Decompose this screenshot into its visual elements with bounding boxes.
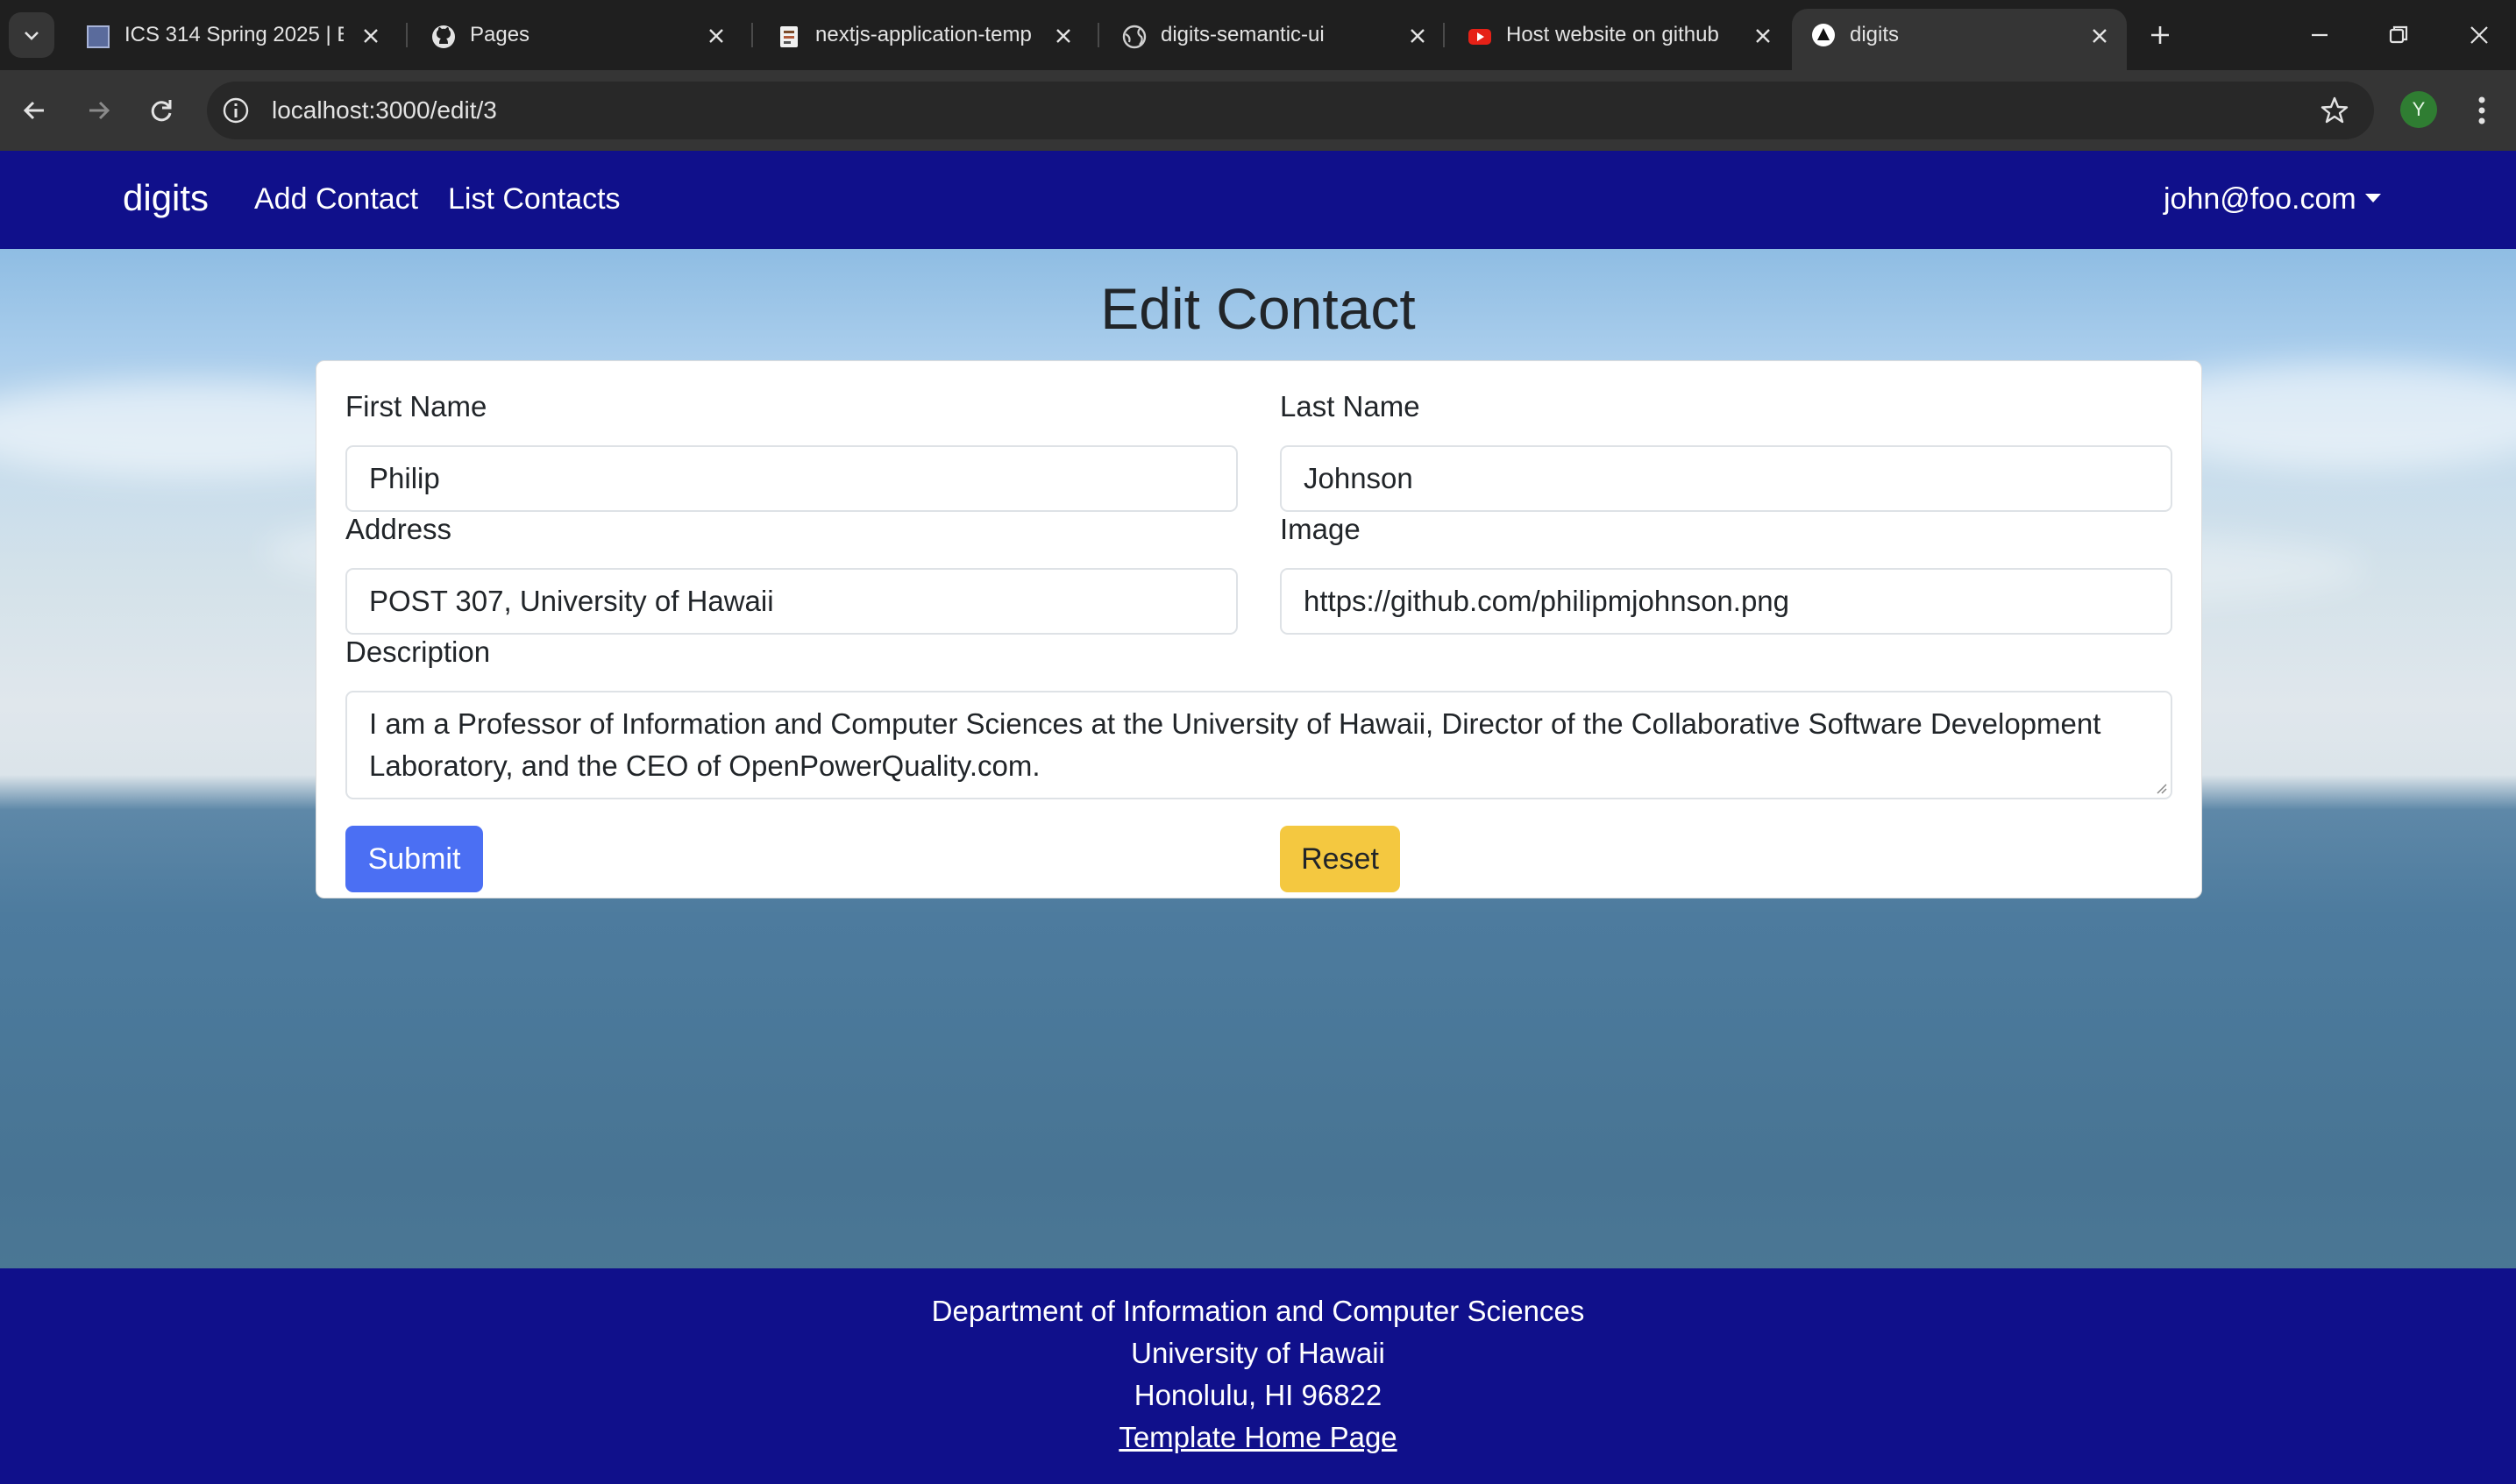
user-email: john@foo.com — [2164, 182, 2356, 216]
footer-address: Honolulu, HI 96822 — [1134, 1379, 1382, 1411]
window-close-icon[interactable] — [2463, 19, 2495, 51]
close-icon[interactable] — [1406, 25, 1429, 47]
chevron-down-icon — [25, 32, 39, 40]
site-info-icon[interactable] — [221, 96, 251, 125]
browser-tab-digits[interactable]: digits — [1792, 9, 2127, 70]
caret-down-icon — [2364, 194, 2381, 203]
nav-add-contact[interactable]: Add Contact — [254, 182, 418, 217]
doc-favicon — [780, 26, 798, 47]
description-label: Description — [345, 635, 491, 668]
browser-tab-ics314[interactable]: ICS 314 Spring 2025 | E — [67, 12, 398, 58]
submit-button[interactable]: Submit — [345, 826, 483, 892]
tab-title: digits — [1850, 23, 1900, 46]
tab-title: Pages — [470, 23, 530, 46]
new-tab-icon[interactable] — [2144, 19, 2176, 51]
edit-contact-form: First Name Philip Last Name Johnson Addr… — [316, 360, 2202, 898]
web-page: digits Add Contact List Contacts john@fo… — [0, 151, 2516, 1484]
last-name-field[interactable]: Johnson — [1280, 445, 2172, 512]
browser-tab-nextjs-template[interactable]: nextjs-application-temp — [757, 12, 1091, 58]
tab-search-button[interactable] — [9, 12, 54, 58]
github-icon — [432, 25, 455, 48]
footer-department: Department of Information and Computer S… — [931, 1295, 1585, 1327]
restore-icon[interactable] — [2383, 19, 2414, 51]
tab-title: digits-semantic-ui — [1161, 23, 1325, 46]
close-icon[interactable] — [1752, 25, 1774, 47]
minimize-icon[interactable] — [2304, 19, 2335, 51]
brand-link[interactable]: digits — [123, 177, 209, 219]
browser-tab-digits-semantic-ui[interactable]: digits-semantic-ui — [1103, 12, 1445, 58]
browser-tab-pages[interactable]: Pages — [412, 12, 743, 58]
close-icon[interactable] — [1052, 25, 1075, 47]
image-field[interactable]: https://github.com/philipmjohnson.png — [1280, 568, 2172, 635]
address-label: Address — [345, 513, 452, 545]
browser-tab-strip: ICS 314 Spring 2025 | E Pages nextjs-app… — [0, 0, 2516, 70]
template-home-link[interactable]: Template Home Page — [1119, 1421, 1397, 1453]
footer-university: University of Hawaii — [1131, 1337, 1385, 1369]
first-name-label: First Name — [345, 390, 487, 422]
browser-tab-youtube[interactable]: Host website on github — [1448, 12, 1790, 58]
description-text: I am a Professor of Information and Comp… — [369, 707, 2101, 782]
back-arrow-icon[interactable] — [16, 91, 54, 130]
site-footer: Department of Information and Computer S… — [0, 1268, 2516, 1484]
ics-favicon — [87, 25, 110, 48]
nav-list-contacts[interactable]: List Contacts — [448, 182, 621, 217]
tab-title: Host website on github — [1506, 23, 1719, 46]
tab-separator — [751, 23, 753, 47]
close-icon[interactable] — [705, 25, 728, 47]
reload-icon[interactable] — [142, 91, 181, 130]
nextjs-favicon — [1812, 24, 1835, 46]
tab-separator — [1098, 23, 1099, 47]
resize-grip-icon[interactable] — [2155, 782, 2167, 794]
close-icon[interactable] — [2088, 25, 2111, 47]
profile-avatar[interactable]: Y — [2400, 91, 2437, 128]
user-dropdown[interactable]: john@foo.com — [2164, 182, 2381, 217]
tab-separator — [406, 23, 408, 47]
url-text[interactable]: localhost:3000/edit/3 — [272, 82, 497, 139]
tab-title: nextjs-application-temp — [815, 23, 1032, 46]
bookmark-star-icon[interactable] — [2320, 96, 2349, 125]
first-name-field[interactable]: Philip — [345, 445, 1238, 512]
youtube-icon — [1468, 29, 1491, 45]
browser-toolbar: localhost:3000/edit/3 — [0, 70, 2516, 151]
page-title: Edit Contact — [1100, 276, 1416, 341]
more-options-icon[interactable] — [2470, 93, 2493, 128]
tab-title: ICS 314 Spring 2025 | E — [124, 23, 344, 46]
site-navbar: digits Add Contact List Contacts john@fo… — [0, 151, 2516, 249]
image-label: Image — [1280, 513, 1361, 545]
close-icon[interactable] — [359, 25, 382, 47]
globe-icon — [1122, 25, 1147, 49]
description-textarea[interactable]: I am a Professor of Information and Comp… — [345, 691, 2172, 799]
tab-separator — [1443, 23, 1445, 47]
address-field[interactable]: POST 307, University of Hawaii — [345, 568, 1238, 635]
forward-arrow-icon[interactable] — [79, 91, 117, 130]
last-name-label: Last Name — [1280, 390, 1420, 422]
address-bar[interactable]: localhost:3000/edit/3 — [207, 82, 2374, 139]
reset-button[interactable]: Reset — [1280, 826, 1400, 892]
